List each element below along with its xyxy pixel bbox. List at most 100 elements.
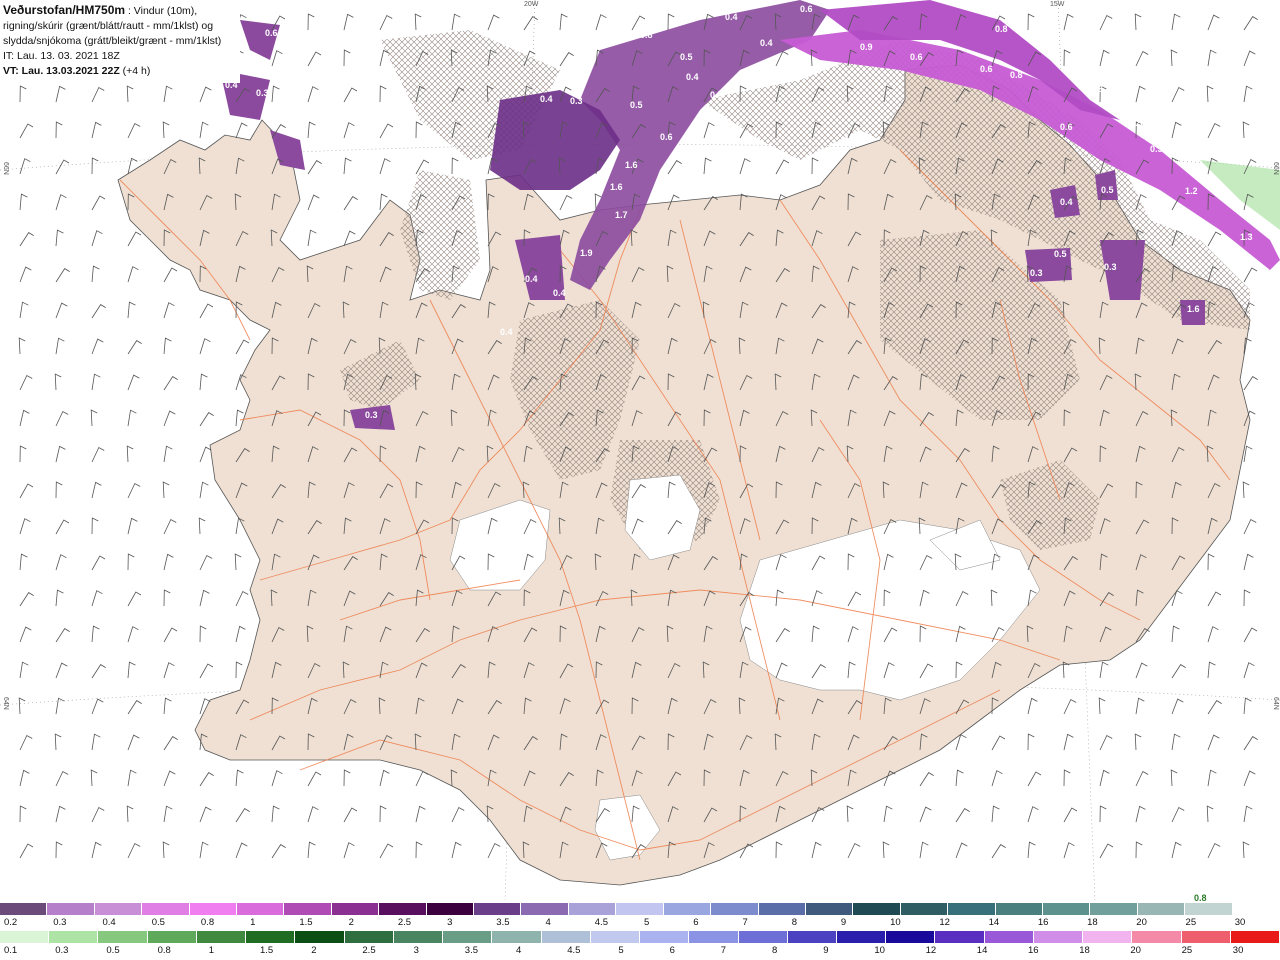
- precip-value: 1.7: [615, 210, 628, 220]
- scale-swatch: [640, 931, 690, 943]
- legend-line-snow: slydda/snjókoma (grátt/bleikt/grænt - mm…: [3, 35, 222, 47]
- map-header: Veðurstofan/HM750m : Vindur (10m), rigni…: [0, 0, 240, 83]
- scale-swatch: [1083, 931, 1133, 943]
- scale-label: 3.5: [496, 917, 510, 928]
- scale-swatch: [237, 903, 285, 915]
- scale-label: 16: [1037, 917, 1049, 928]
- scale-swatch: [474, 903, 522, 915]
- scale-label: 25: [1185, 917, 1197, 928]
- precip-value: 0.6: [660, 132, 673, 142]
- scale-swatch: [935, 931, 985, 943]
- scale-label: 4.5: [594, 917, 608, 928]
- scale-label: 30: [1232, 945, 1244, 956]
- scale-swatch: [689, 931, 739, 943]
- scale-swatch: [189, 903, 238, 915]
- scale-label: 14: [988, 917, 1000, 928]
- precip-value: 1.9: [580, 248, 593, 258]
- precip-value: 0.4: [540, 94, 553, 104]
- rain-scale-labels: 0.1 0.3 0.5 0.8 1 1.5 2 2.5 3 3.5 4 4.5 5 6 7 8 9 10 12 14 1…: [0, 945, 1280, 959]
- scale-label: 0.3: [55, 945, 69, 956]
- scale-swatch: [393, 931, 444, 943]
- scale-swatch: [853, 903, 901, 915]
- grid-label-20w: 20W: [524, 1, 539, 8]
- scale-label: 2.5: [362, 945, 376, 956]
- precip-value: 0.3: [570, 96, 583, 106]
- scale-swatch: [1042, 903, 1091, 915]
- grid-label-66n-right: 66N: [1272, 162, 1279, 175]
- scale-swatch: [0, 903, 48, 915]
- precip-value: 0.8: [640, 30, 653, 40]
- scale-swatch: [492, 931, 542, 943]
- scale-label: 9: [840, 917, 847, 928]
- precip-value: 0.5: [1130, 118, 1143, 128]
- scale-swatch: [147, 931, 197, 943]
- scale-swatch: [379, 903, 427, 915]
- scale-label: 9: [823, 945, 829, 956]
- scale-swatch: [344, 931, 394, 943]
- scale-swatch: [98, 931, 148, 943]
- precip-value: 0.3: [365, 410, 378, 420]
- scale-label: 0.4: [102, 917, 116, 928]
- scale-label: 4.5: [567, 945, 581, 956]
- scale-swatch: [1132, 931, 1182, 943]
- scale-swatch: [521, 903, 569, 915]
- precip-value: 0.3: [256, 88, 269, 98]
- precip-value: 0.4: [725, 12, 738, 22]
- scale-swatch: [738, 931, 788, 943]
- scale-label: 3.5: [464, 945, 479, 956]
- precip-value: 0.3: [1104, 262, 1117, 272]
- valid-time: VT: Lau. 13.03.2021 22Z: [3, 65, 120, 77]
- scale-label: 5: [644, 917, 650, 928]
- scale-label: 0.5: [151, 917, 165, 928]
- scale-label: 7: [720, 945, 727, 956]
- precip-value: 0.8: [1010, 70, 1023, 80]
- scale-label: 6: [693, 917, 699, 928]
- scale-swatch: [1181, 931, 1231, 943]
- precip-value: 0.6: [265, 28, 278, 38]
- scale-label: 2: [311, 945, 317, 956]
- grid-label-15w: 15W: [1050, 1, 1065, 8]
- scale-swatch: [295, 931, 345, 943]
- precip-value: 1.3: [1240, 232, 1253, 242]
- scale-label: 3: [447, 917, 453, 928]
- precip-value: 0.5: [710, 90, 723, 100]
- scale-label: 18: [1087, 917, 1098, 928]
- scale-label: 10: [890, 917, 901, 928]
- precip-value: 0.4: [500, 327, 513, 337]
- scale-swatch: [331, 903, 380, 915]
- legend-line-rain: rigning/skúrir (grænt/blátt/rautt - mm/1…: [3, 20, 214, 32]
- scale-swatch: [758, 903, 806, 915]
- precip-value: 1.6: [1187, 304, 1200, 314]
- initial-time: IT: Lau. 13. 03. 2021 18Z: [3, 50, 120, 62]
- scale-label: 4: [516, 945, 522, 956]
- precip-value: 0.4: [525, 274, 538, 284]
- scale-swatch: [1033, 931, 1084, 943]
- precip-value: 1.6: [610, 182, 623, 192]
- precip-value: 0.5: [1101, 185, 1114, 195]
- scale-swatch: [1230, 931, 1280, 943]
- map-title: Veðurstofan/HM750m: [3, 3, 126, 17]
- scale-swatch: [49, 931, 99, 943]
- scale-label: 1: [250, 917, 256, 928]
- scale-label: 2: [348, 917, 354, 928]
- scale-label: 7: [742, 917, 748, 928]
- scale-label: 30: [1234, 917, 1246, 928]
- rain-color-scale: [0, 931, 1280, 943]
- snow-color-scale: [0, 903, 1280, 915]
- scale-label: 12: [939, 917, 950, 928]
- precip-value: 0.9: [860, 42, 873, 52]
- scale-top-value: 0.8: [1194, 893, 1207, 903]
- scale-swatch: [1090, 903, 1138, 915]
- grid-label-66n-left: 66N: [2, 162, 9, 175]
- scale-swatch: [711, 903, 759, 915]
- scale-swatch: [1232, 903, 1280, 915]
- scale-label: 20: [1130, 945, 1141, 956]
- scale-label: 2.5: [397, 917, 412, 928]
- scale-label: 10: [874, 945, 885, 956]
- precip-value: 0.4: [553, 288, 566, 298]
- precip-value: 1.6: [625, 160, 638, 170]
- precip-value: 0.8: [995, 24, 1008, 34]
- precip-value: 0.5: [630, 100, 643, 110]
- scale-label: 1: [208, 945, 215, 956]
- scale-swatch: [616, 903, 664, 915]
